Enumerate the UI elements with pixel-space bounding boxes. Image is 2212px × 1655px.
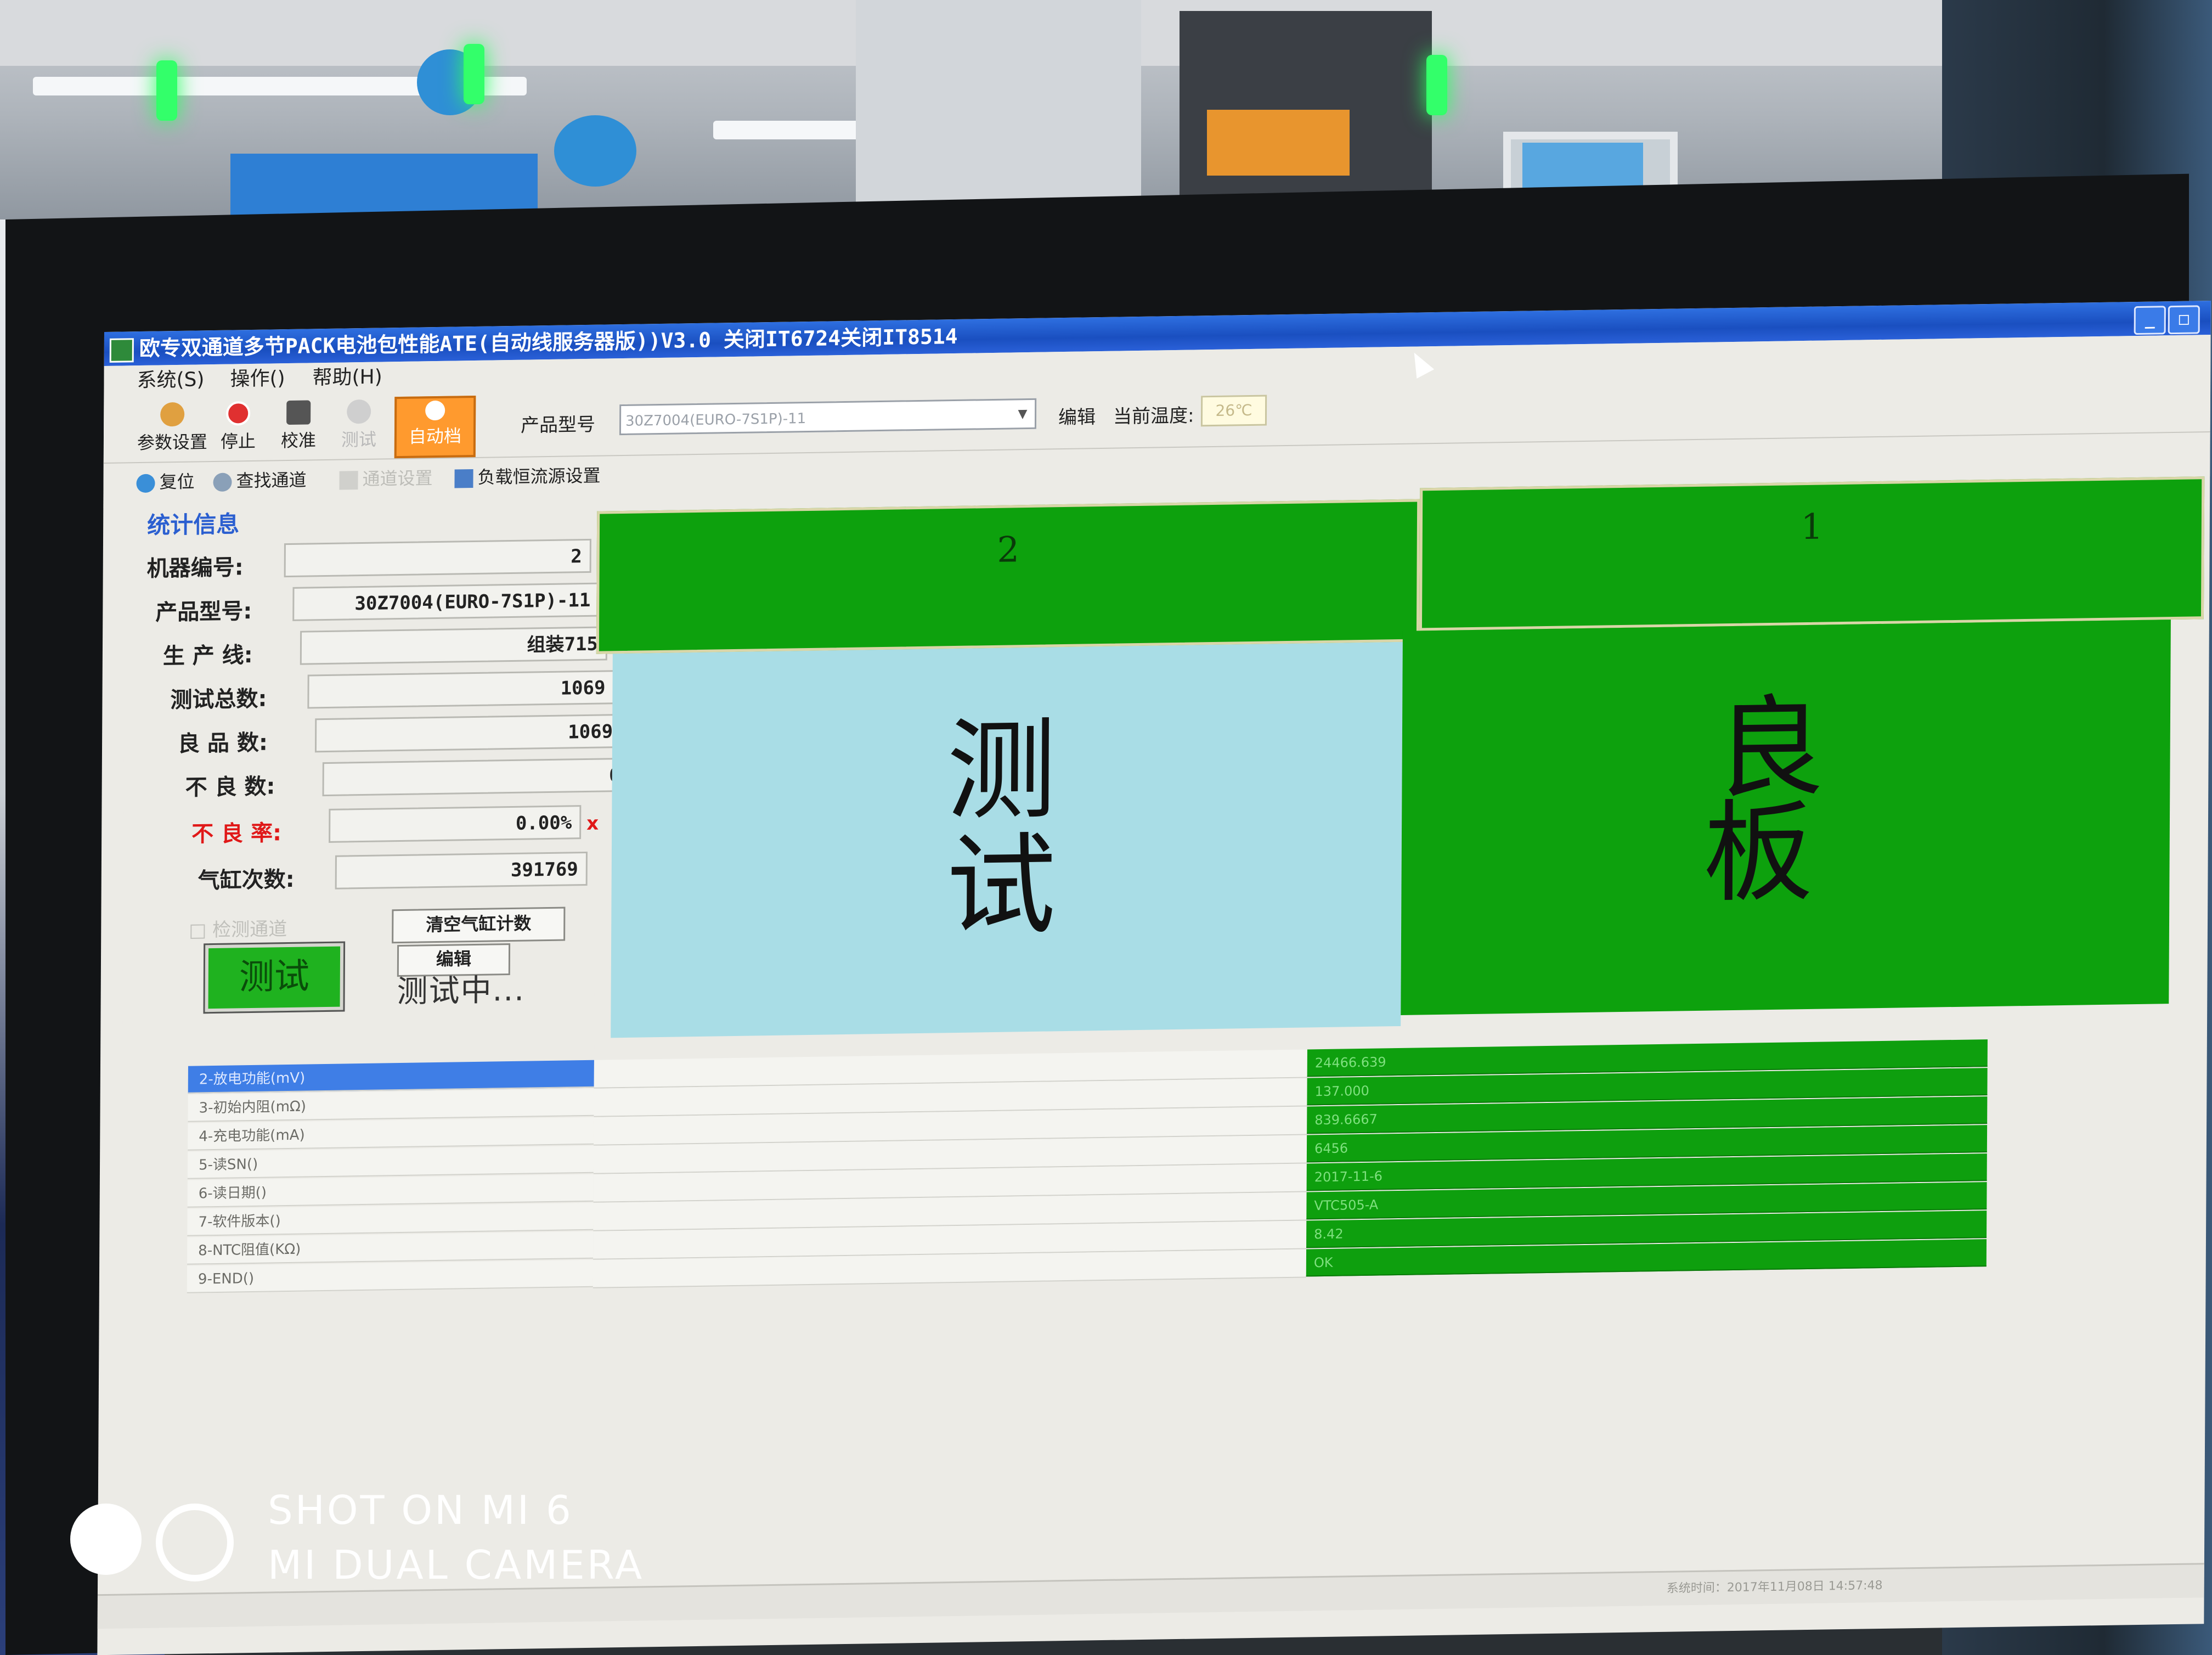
search-icon	[213, 472, 232, 492]
watermark-ring-icon	[156, 1504, 234, 1581]
bad-rate-field: 0.00%	[329, 805, 582, 843]
testing-status: 测试中...	[397, 972, 526, 1010]
stats-panel: 统计信息 机器编号: 2 产品型号: 30Z7004(EURO-7S1P)-11…	[122, 500, 630, 1067]
test-toolbar-button[interactable]: 测试	[329, 397, 390, 455]
channel-2-status: 测 试	[611, 641, 1403, 1038]
load-icon	[454, 469, 473, 488]
stop-button[interactable]: 停止	[208, 399, 269, 457]
channel-1-status-char2: 板	[1703, 788, 1814, 918]
calibrate-button[interactable]: 校准	[268, 398, 329, 456]
machine-no-field: 2	[284, 538, 591, 578]
reset-button[interactable]: 复位	[136, 468, 195, 494]
stat-row-production-line: 生 产 线: 组装715	[163, 626, 613, 671]
system-time: 系统时间：2017年11月08日 14:57:48	[1666, 1578, 1883, 1596]
clear-cylinder-count-button[interactable]: 清空气缸计数	[392, 907, 566, 944]
monitor-screen: 欧专双通道多节PACK电池包性能ATE(自动线服务器版))V3.0 关闭IT67…	[97, 301, 2211, 1655]
app-icon	[109, 338, 134, 363]
channel-2-status-char1: 测	[946, 706, 1057, 836]
edit-link[interactable]: 编辑	[1058, 402, 1096, 429]
current-temp-label: 当前温度:	[1113, 404, 1194, 428]
ceiling-light	[713, 121, 878, 139]
product-model-label: 产品型号	[520, 413, 596, 437]
stat-row-bad-rate: 不 良 率: 0.00% x	[191, 804, 641, 849]
bad-rate-x-icon: x	[586, 812, 599, 835]
chevron-down-icon[interactable]: ▼	[1013, 403, 1032, 426]
find-channel-button[interactable]: 查找通道	[213, 466, 307, 493]
menu-operation[interactable]: 操作()	[230, 363, 285, 395]
maximize-button[interactable]: □	[2168, 305, 2200, 335]
total-tests-field: 1069	[307, 670, 615, 709]
watermark-line2: MI DUAL CAMERA	[268, 1542, 645, 1588]
plastic-trays	[856, 0, 1141, 230]
test-button[interactable]: 测试	[203, 941, 346, 1014]
menu-help[interactable]: 帮助(H)	[312, 362, 382, 393]
channel-2-status-char2: 试	[945, 821, 1057, 952]
auto-mode-button[interactable]: 自动档	[394, 395, 476, 459]
green-signal-light	[156, 60, 177, 121]
stop-icon	[226, 401, 251, 426]
channel-1-number: 1	[1801, 506, 1824, 548]
product-model-select[interactable]: 30Z7004(EURO-7S1P)-11 ▼	[619, 398, 1037, 436]
stat-row-bad: 不 良 数: 0	[185, 757, 635, 803]
minimize-button[interactable]: _	[2134, 306, 2166, 335]
product-model-field: 30Z7004(EURO-7S1P)-11	[292, 582, 600, 621]
channel-1-header: 1	[1419, 476, 2205, 631]
channel-setting-button[interactable]: 通道设置	[339, 464, 433, 491]
auto-play-icon	[425, 400, 445, 421]
stats-title: 统计信息	[147, 510, 240, 539]
watermark-dot-icon	[70, 1504, 142, 1575]
channel-2-number: 2	[997, 530, 1020, 571]
channel-1-status: 良 板	[1401, 620, 2171, 1015]
reset-icon	[136, 474, 155, 493]
green-signal-light	[464, 44, 484, 104]
channel-2-header: 2	[596, 499, 1420, 654]
good-count-field: 1069	[314, 713, 623, 753]
stat-row-product-model: 产品型号: 30Z7004(EURO-7S1P)-11	[155, 582, 605, 627]
stat-row-machine-no: 机器编号: 2	[147, 538, 597, 584]
stat-row-cylinder: 气缸次数: 391769	[198, 851, 648, 896]
detect-channel-checkbox[interactable]: □ 检测通道	[189, 914, 287, 942]
settings-icon	[160, 402, 185, 427]
stat-row-total: 测试总数: 1069	[170, 670, 620, 715]
load-setting-button[interactable]: 负载恒流源设置	[454, 462, 601, 489]
channel-icon	[339, 471, 358, 490]
calibrate-icon	[286, 400, 311, 425]
bad-count-field: 0	[322, 757, 630, 797]
stat-row-good: 良 品 数: 1069	[178, 713, 628, 759]
param-settings-button[interactable]: 参数设置	[131, 399, 214, 458]
worker-cap	[554, 115, 636, 187]
green-signal-light	[1426, 55, 1447, 115]
machine-part	[1207, 110, 1350, 176]
test-item-list: 2-放电功能(mV) 24466.639 3-初始内阻(mΩ) 137.000 …	[99, 1036, 2207, 1293]
menu-system[interactable]: 系统(S)	[137, 364, 204, 396]
cylinder-count-field: 391769	[335, 851, 588, 890]
current-temp-field: 26℃	[1200, 395, 1267, 427]
production-line-field: 组装715	[300, 626, 608, 665]
watermark-line1: SHOT ON MI 6	[268, 1487, 573, 1533]
test-icon	[347, 399, 371, 424]
